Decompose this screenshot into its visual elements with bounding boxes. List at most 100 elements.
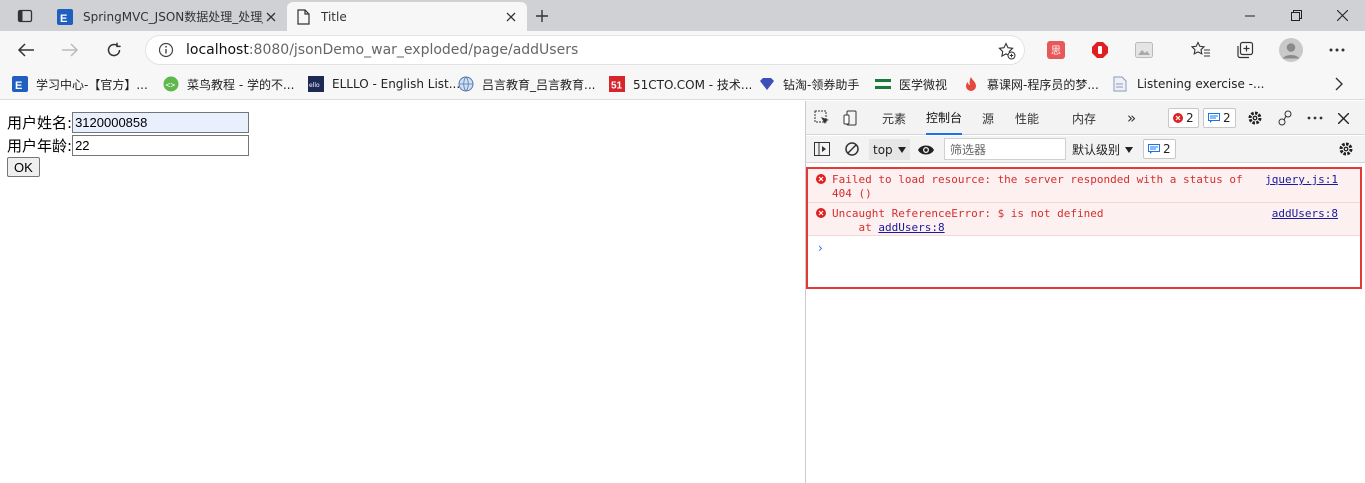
level-message-badge[interactable]: 2 bbox=[1143, 139, 1176, 159]
add-favorite-icon[interactable] bbox=[998, 42, 1016, 60]
age-input[interactable] bbox=[72, 135, 250, 156]
bookmark-item[interactable]: 慕课网-程序员的梦... bbox=[963, 75, 1099, 93]
tab-console[interactable]: 控制台 bbox=[926, 101, 963, 135]
stack-trace-line: at addUsers:8 bbox=[832, 221, 1104, 235]
message-count-badge[interactable]: 2 bbox=[1203, 108, 1236, 128]
context-select[interactable]: top bbox=[869, 139, 910, 160]
devtools-more-icon[interactable] bbox=[1307, 101, 1323, 135]
more-menu-icon[interactable] bbox=[1323, 36, 1351, 64]
source-link[interactable]: jquery.js:1 bbox=[1265, 173, 1338, 186]
restore-icon[interactable] bbox=[1273, 0, 1319, 31]
close-window-icon[interactable] bbox=[1319, 0, 1365, 31]
log-level-select[interactable]: 默认级别 bbox=[1072, 141, 1134, 158]
flag-icon bbox=[875, 76, 891, 92]
back-icon[interactable] bbox=[12, 36, 40, 64]
browser-tab-springmvc[interactable]: E SpringMVC_JSON数据处理_处理JS bbox=[49, 2, 287, 31]
close-tab-icon[interactable] bbox=[503, 9, 519, 25]
bookmark-label: 医学微视 bbox=[899, 77, 948, 92]
bookmark-item[interactable]: <> 菜鸟教程 - 学的不... bbox=[163, 75, 294, 93]
filter-placeholder: 筛选器 bbox=[950, 142, 987, 157]
message-icon bbox=[1208, 113, 1220, 123]
favorites-icon[interactable] bbox=[1187, 36, 1215, 64]
filter-input[interactable]: 筛选器 bbox=[944, 138, 1066, 160]
error-icon bbox=[1173, 113, 1183, 123]
context-value: top bbox=[873, 142, 893, 157]
address-bar[interactable]: localhost :8080/jsonDemo_war_exploded/pa… bbox=[145, 35, 1025, 65]
browser-toolbar: localhost :8080/jsonDemo_war_exploded/pa… bbox=[0, 31, 1365, 68]
bookmark-item[interactable]: 吕言教育_吕言教育... bbox=[458, 75, 595, 93]
extension-red-icon[interactable]: 思 bbox=[1042, 36, 1070, 64]
page-icon bbox=[295, 8, 311, 25]
globe-icon bbox=[458, 76, 474, 92]
profile-avatar[interactable] bbox=[1277, 36, 1305, 64]
name-input[interactable] bbox=[72, 112, 250, 133]
eye-icon[interactable] bbox=[917, 144, 935, 156]
tab-elements[interactable]: 元素 bbox=[882, 101, 906, 135]
refresh-icon[interactable] bbox=[100, 36, 128, 64]
message-count: 2 bbox=[1223, 111, 1231, 125]
console-error-message[interactable]: Failed to load resource: the server resp… bbox=[808, 169, 1360, 203]
console-prompt[interactable]: › bbox=[818, 241, 823, 255]
error-text-line: 404 () bbox=[832, 187, 872, 200]
image-extension-icon[interactable] bbox=[1130, 36, 1158, 64]
tab-actions-button[interactable] bbox=[0, 0, 49, 31]
info-icon[interactable] bbox=[158, 42, 174, 58]
stack-link[interactable]: addUsers:8 bbox=[878, 221, 944, 234]
source-link[interactable]: addUsers:8 bbox=[1272, 207, 1338, 220]
bookmark-item[interactable]: 医学微视 bbox=[875, 75, 947, 93]
sidebar-toggle-icon[interactable] bbox=[814, 142, 830, 156]
settings-gear-icon[interactable] bbox=[1247, 101, 1263, 135]
age-label: 用户年龄: bbox=[7, 137, 73, 155]
bookmark-item[interactable]: 51 51CTO.COM - 技术... bbox=[609, 75, 752, 93]
bookmark-item[interactable]: 钻淘-领券助手 bbox=[759, 75, 859, 93]
console-settings-gear-icon[interactable] bbox=[1338, 141, 1354, 157]
new-tab-button[interactable] bbox=[530, 6, 554, 26]
tab-performance[interactable]: 性能 bbox=[1015, 101, 1039, 135]
devtools-panel: 元素 控制台 源 性能 内存 » 2 2 top 筛选器 默认级别 2 Fail… bbox=[805, 101, 1365, 483]
svg-text:ello: ello bbox=[309, 82, 320, 89]
console-messages: Failed to load resource: the server resp… bbox=[806, 167, 1362, 289]
connect-icon[interactable] bbox=[1277, 101, 1293, 135]
error-text: Failed to load resource: the server resp… bbox=[832, 173, 1243, 201]
bookmark-label: 钻淘-领券助手 bbox=[783, 77, 860, 92]
inspect-icon[interactable] bbox=[814, 101, 830, 135]
error-count-badge[interactable]: 2 bbox=[1168, 108, 1199, 128]
bookmark-label: 学习中心-【官方】... bbox=[36, 77, 148, 92]
tab-memory[interactable]: 内存 bbox=[1072, 101, 1096, 135]
bookmark-item[interactable]: ello ELLLO - English List... bbox=[308, 75, 460, 93]
log-level-value: 默认级别 bbox=[1072, 143, 1121, 157]
clear-console-icon[interactable] bbox=[845, 142, 859, 156]
minimize-icon[interactable] bbox=[1227, 0, 1273, 31]
plus-icon bbox=[535, 9, 549, 23]
tab-title: Title bbox=[321, 9, 347, 24]
adblock-icon[interactable] bbox=[1086, 36, 1114, 64]
close-tab-icon[interactable] bbox=[263, 9, 279, 25]
tab-sources[interactable]: 源 bbox=[982, 101, 994, 135]
error-text-line: Failed to load resource: the server resp… bbox=[832, 173, 1243, 186]
browser-tab-title[interactable]: Title bbox=[287, 2, 527, 31]
tab-title: SpringMVC_JSON数据处理_处理JS bbox=[83, 10, 263, 24]
ok-button[interactable]: OK bbox=[7, 157, 40, 177]
forward-icon[interactable] bbox=[56, 36, 84, 64]
bookmark-item[interactable]: E 学习中心-【官方】... bbox=[12, 75, 148, 93]
bookmarks-bar: E 学习中心-【官方】... <> 菜鸟教程 - 学的不... ello ELL… bbox=[0, 68, 1365, 100]
dropdown-arrow-icon bbox=[1125, 146, 1134, 153]
dropdown-arrow-icon bbox=[897, 146, 906, 153]
bookmark-label: 慕课网-程序员的梦... bbox=[987, 77, 1099, 92]
collections-icon[interactable] bbox=[1231, 36, 1259, 64]
window-controls bbox=[1227, 0, 1365, 31]
chevron-right-icon[interactable] bbox=[1334, 75, 1344, 93]
bookmark-item[interactable]: Listening exercise -... bbox=[1113, 75, 1264, 93]
error-text-line: Uncaught ReferenceError: $ is not define… bbox=[832, 207, 1104, 220]
svg-text:思: 思 bbox=[1051, 45, 1061, 57]
error-icon bbox=[816, 208, 826, 218]
console-error-message[interactable]: Uncaught ReferenceError: $ is not define… bbox=[808, 203, 1360, 236]
devtools-tabbar: 元素 控制台 源 性能 内存 » 2 2 bbox=[806, 101, 1365, 135]
name-row: 用户姓名: bbox=[7, 112, 250, 133]
device-emulation-icon[interactable] bbox=[843, 101, 859, 135]
close-devtools-icon[interactable] bbox=[1338, 101, 1349, 135]
runoob-icon: <> bbox=[163, 76, 179, 92]
more-tabs-button[interactable]: » bbox=[1127, 101, 1136, 135]
message-icon bbox=[1148, 144, 1160, 154]
page-content: 用户姓名: 用户年龄: OK bbox=[0, 101, 805, 483]
